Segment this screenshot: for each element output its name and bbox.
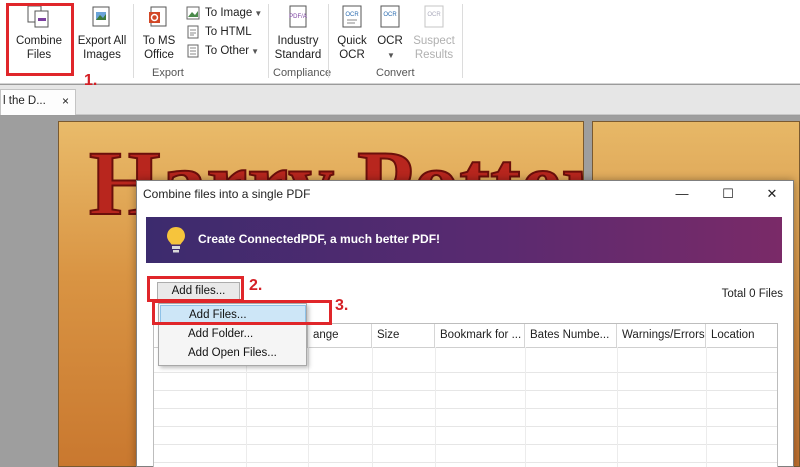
to-html-label: To HTML: [205, 26, 252, 38]
to-other-label: To Other: [205, 45, 250, 57]
row-divider: [154, 372, 777, 373]
svg-text:OCR: OCR: [345, 12, 359, 18]
column-header-location[interactable]: Location: [706, 324, 777, 347]
step-2-label: 2.: [249, 277, 263, 294]
document-tab[interactable]: l the D... ×: [0, 89, 76, 115]
ribbon-toolbar: Combine Files Export All Images To MS Of…: [0, 0, 800, 84]
row-divider: [154, 462, 777, 463]
connectedpdf-banner[interactable]: Create ConnectedPDF, a much better PDF!: [146, 217, 782, 263]
menu-item-add-open-files[interactable]: Add Open Files...: [160, 344, 306, 363]
industry-standard-label: Industry Standard: [274, 35, 322, 61]
to-html-button[interactable]: To HTML: [186, 23, 252, 41]
column-header-warnings[interactable]: Warnings/Errors: [617, 324, 706, 347]
row-divider: [154, 408, 777, 409]
svg-text:OCR: OCR: [383, 12, 397, 18]
pdfa-icon: PDF/A: [289, 5, 307, 28]
minimize-button[interactable]: —: [667, 184, 697, 204]
menu-item-add-folder[interactable]: Add Folder...: [160, 325, 306, 344]
ocr-icon: OCR: [380, 5, 400, 28]
column-divider: [706, 347, 707, 467]
export-images-icon: [92, 6, 110, 27]
total-files-count: Total 0 Files: [721, 288, 783, 300]
column-divider: [525, 347, 526, 467]
step-3-label: 3.: [335, 297, 349, 314]
to-ms-office-button[interactable]: To MS Office: [138, 4, 180, 62]
suspect-results-label: Suspect Results: [413, 35, 455, 61]
row-divider: [154, 426, 777, 427]
dropdown-caret-icon: ▼: [387, 51, 395, 60]
lightbulb-icon: [167, 227, 185, 253]
document-tab-label: l the D...: [3, 95, 46, 107]
ribbon-separator: [268, 4, 269, 78]
suspect-results-icon: OCR: [424, 5, 444, 28]
ribbon-separator: [133, 4, 134, 78]
quick-ocr-icon: OCR: [342, 5, 362, 28]
highlight-box-step2: [147, 276, 244, 302]
highlight-box-step1: [6, 3, 74, 76]
row-divider: [154, 390, 777, 391]
suspect-results-button: OCR Suspect Results: [412, 4, 456, 62]
export-all-images-button[interactable]: Export All Images: [76, 4, 128, 62]
compliance-group-label: Compliance: [273, 67, 332, 79]
ocr-label: OCR: [377, 35, 403, 47]
to-image-button[interactable]: To Image ▼: [186, 4, 262, 22]
close-dialog-button[interactable]: ✕: [757, 184, 787, 204]
column-divider: [617, 347, 618, 467]
column-header-page-range[interactable]: ange: [308, 324, 372, 347]
html-icon: [187, 25, 199, 39]
quick-ocr-button[interactable]: OCR Quick OCR: [334, 4, 370, 62]
column-divider: [435, 347, 436, 467]
column-divider: [372, 347, 373, 467]
maximize-button[interactable]: ☐: [713, 184, 743, 204]
ribbon-separator: [462, 4, 463, 78]
to-other-button[interactable]: To Other ▼: [186, 42, 259, 60]
column-header-bookmark[interactable]: Bookmark for ...: [435, 324, 525, 347]
step-1-label: 1.: [84, 72, 98, 89]
document-tab-strip: l the D... ×: [0, 85, 800, 115]
industry-standard-button[interactable]: PDF/A Industry Standard: [272, 4, 324, 62]
column-header-bates-number[interactable]: Bates Numbe...: [525, 324, 617, 347]
row-divider: [154, 444, 777, 445]
to-ms-office-label: To MS Office: [142, 35, 176, 61]
export-all-images-label: Export All Images: [77, 35, 127, 61]
svg-text:PDF/A: PDF/A: [289, 14, 307, 20]
quick-ocr-label: Quick OCR: [337, 35, 367, 61]
close-tab-icon[interactable]: ×: [62, 94, 69, 108]
column-divider: [308, 347, 309, 467]
export-group-label: Export: [152, 67, 184, 79]
image-icon: [186, 6, 200, 20]
ribbon-separator: [328, 4, 329, 78]
dropdown-caret-icon: ▼: [254, 8, 263, 18]
to-image-label: To Image: [205, 7, 253, 19]
document-icon: [187, 44, 199, 58]
dialog-title: Combine files into a single PDF: [143, 187, 311, 201]
column-header-size[interactable]: Size: [372, 324, 435, 347]
office-icon: [149, 6, 167, 27]
banner-text: Create ConnectedPDF, a much better PDF!: [198, 232, 441, 246]
highlight-box-step3: [152, 300, 332, 325]
svg-text:OCR: OCR: [427, 12, 441, 18]
convert-group-label: Convert: [376, 67, 415, 79]
dropdown-caret-icon: ▼: [251, 46, 260, 56]
ocr-button[interactable]: OCR OCR ▼: [374, 4, 406, 63]
